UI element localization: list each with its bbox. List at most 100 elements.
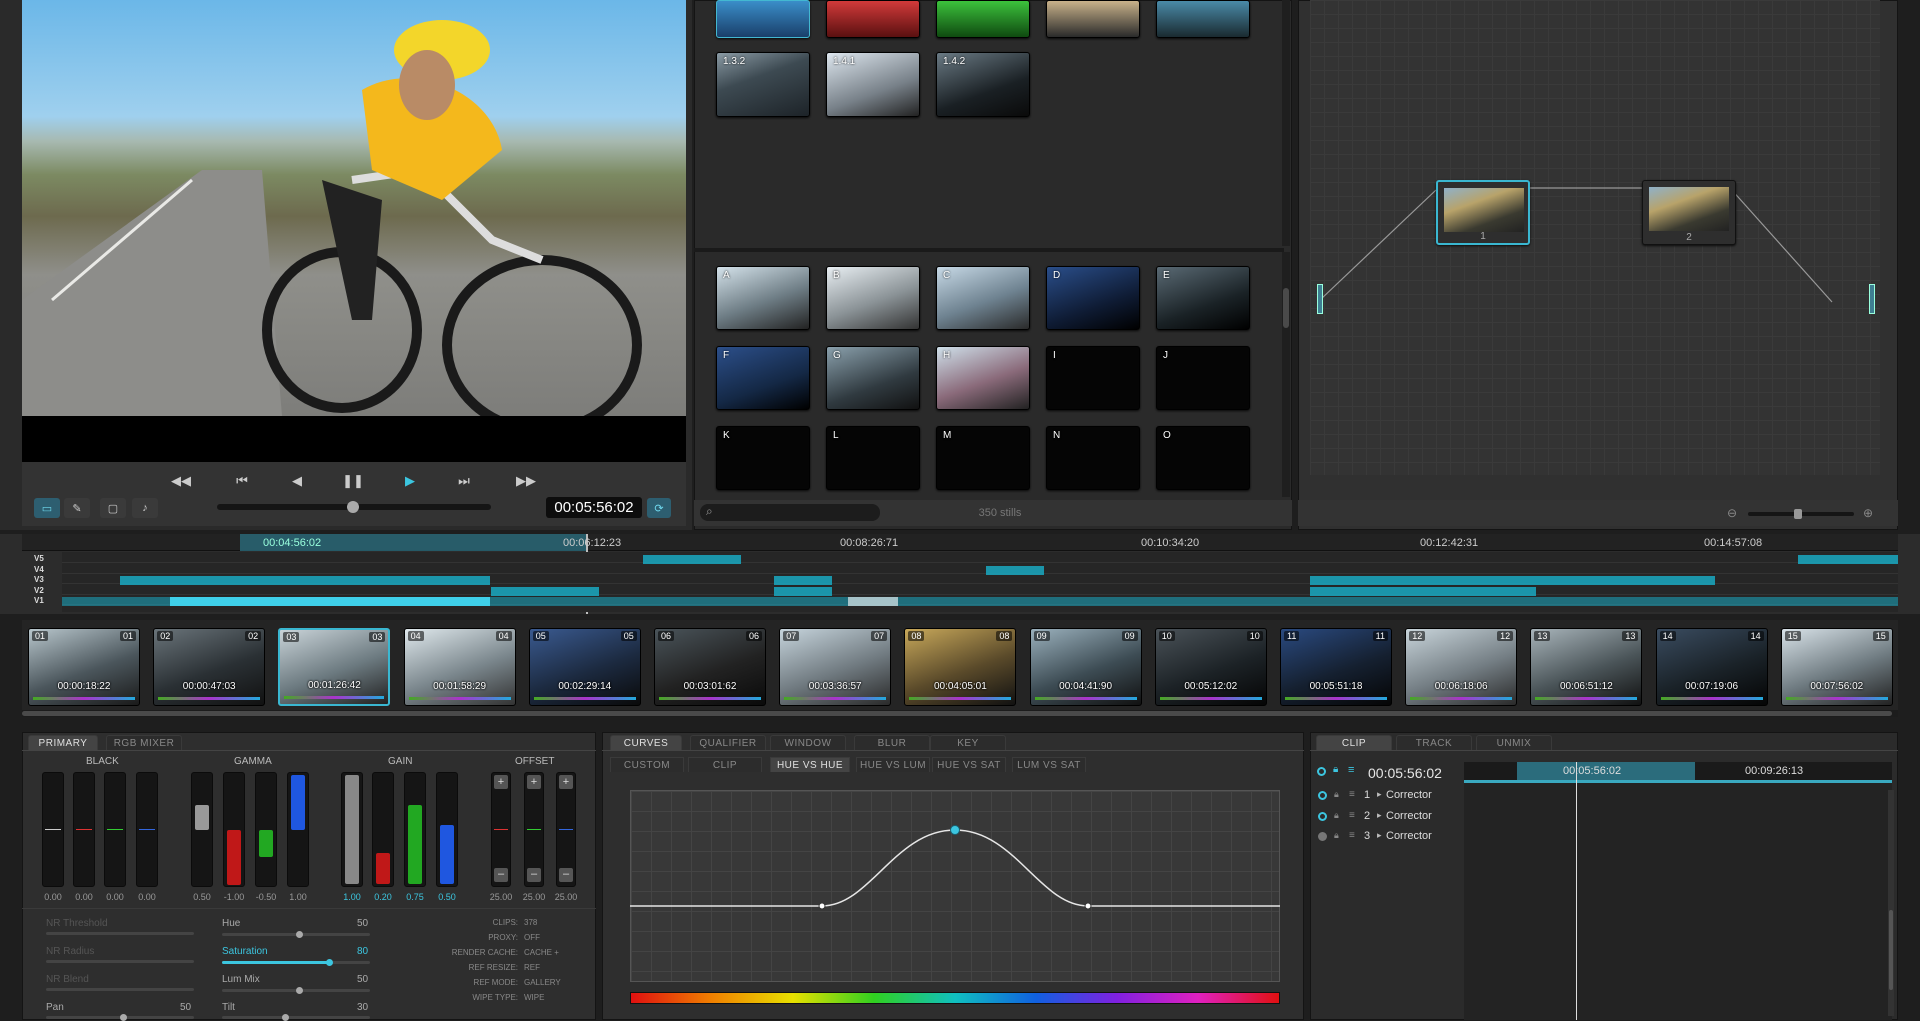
- gallery-still[interactable]: 1.4.1: [826, 52, 920, 117]
- tab-key[interactable]: KEY: [930, 735, 1006, 750]
- tilt-slider[interactable]: [222, 1014, 370, 1021]
- nr-radius-slider[interactable]: [46, 960, 194, 963]
- timeline-clip[interactable]: [120, 576, 490, 585]
- clip-thumbnail[interactable]: 06 06 00:03:01:62: [654, 628, 766, 706]
- clip-thumbnail[interactable]: 01 01 00:00:18:22: [28, 628, 140, 706]
- black-green-slider[interactable]: [104, 772, 126, 887]
- zoom-slider[interactable]: [1748, 509, 1854, 519]
- memory-slot[interactable]: G: [826, 346, 920, 410]
- memory-slot[interactable]: O: [1156, 426, 1250, 490]
- clip-strip-scrollbar[interactable]: [22, 710, 1898, 717]
- clip-thumbnail[interactable]: 13 13 00:06:51:12: [1530, 628, 1643, 706]
- timeline-transition[interactable]: [848, 597, 898, 606]
- lock-icon[interactable]: 🔒︎: [1334, 810, 1339, 821]
- gallery-still[interactable]: [826, 0, 920, 38]
- clip-thumbnail[interactable]: 14 14 00:07:19:06: [1655, 628, 1768, 706]
- rewind-button[interactable]: ◀◀: [169, 471, 193, 491]
- timeline-clip[interactable]: [643, 555, 741, 564]
- gain-blue-slider[interactable]: [436, 772, 458, 887]
- zoom-in-icon[interactable]: ⊕: [1863, 506, 1873, 520]
- pan-slider[interactable]: [46, 1014, 194, 1021]
- zoom-out-icon[interactable]: ⊖: [1727, 506, 1737, 520]
- lock-icon[interactable]: 🔒︎: [1334, 830, 1339, 841]
- lock-icon[interactable]: 🔒︎: [1334, 789, 1339, 800]
- tab-qualifier[interactable]: QUALIFIER: [690, 735, 766, 750]
- gain-green-slider[interactable]: [404, 772, 426, 887]
- clip-thumbnail[interactable]: 04 04 00:01:58:29: [403, 628, 516, 706]
- memory-slot[interactable]: H: [936, 346, 1030, 410]
- tab-curves[interactable]: CURVES: [610, 735, 682, 750]
- offset-blue-slider[interactable]: + –: [556, 772, 576, 887]
- tab-clip[interactable]: CLIP: [1316, 735, 1392, 750]
- memory-slot[interactable]: D: [1046, 266, 1140, 330]
- node-input-handle[interactable]: [1317, 284, 1323, 314]
- jog-knob[interactable]: [347, 501, 359, 513]
- next-clip-button[interactable]: ⏭: [452, 471, 476, 491]
- viewer-mode-icon[interactable]: ▭: [34, 498, 60, 518]
- subtab-clip[interactable]: CLIP: [688, 757, 762, 772]
- node-enable-icon[interactable]: [1318, 832, 1327, 841]
- clip-thumbnail[interactable]: 09 09 00:04:41:90: [1029, 628, 1142, 706]
- clip-thumbnail[interactable]: 10 10 00:05:12:02: [1154, 628, 1267, 706]
- memories-scrollbar[interactable]: [1282, 252, 1290, 497]
- subtab-hue-vs-hue[interactable]: HUE VS HUE: [770, 757, 850, 772]
- gallery-still[interactable]: [1046, 0, 1140, 38]
- list-icon[interactable]: ≡: [1348, 764, 1354, 776]
- node-enable-icon[interactable]: [1318, 791, 1327, 800]
- timeline-clip[interactable]: [774, 586, 832, 596]
- subtab-lum-vs-sat[interactable]: LUM VS SAT: [1012, 757, 1086, 772]
- memory-slot[interactable]: I: [1046, 346, 1140, 410]
- node-enable-icon[interactable]: [1318, 811, 1327, 821]
- keyframe-area[interactable]: [1464, 762, 1892, 1020]
- lock-icon[interactable]: 🔒︎: [1333, 764, 1338, 775]
- tab-unmix[interactable]: UNMIX: [1476, 735, 1552, 750]
- tab-primary[interactable]: PRIMARY: [28, 735, 98, 750]
- memory-slot[interactable]: L: [826, 426, 920, 490]
- loop-icon[interactable]: ⟳: [647, 498, 671, 518]
- memory-slot[interactable]: C: [936, 266, 1030, 330]
- viewer-image[interactable]: [22, 0, 686, 416]
- tab-track[interactable]: TRACK: [1396, 735, 1472, 750]
- clip-thumbnail[interactable]: 02 02 00:00:47:03: [153, 628, 266, 706]
- clip-thumbnail[interactable]: 15 15 00:07:56:02: [1780, 628, 1893, 706]
- tab-window[interactable]: WINDOW: [770, 735, 846, 750]
- node-1[interactable]: 1: [1436, 180, 1530, 245]
- timeline-clip[interactable]: [986, 565, 1044, 575]
- hue-slider[interactable]: [222, 931, 370, 938]
- gallery-still[interactable]: [936, 0, 1030, 38]
- audio-icon[interactable]: ♪: [132, 498, 158, 518]
- tab-blur[interactable]: BLUR: [854, 735, 930, 750]
- gamma-master-slider[interactable]: [191, 772, 213, 887]
- clip-thumbnail[interactable]: 07 07 00:03:36:57: [779, 628, 892, 706]
- list-icon[interactable]: ≡: [1349, 789, 1355, 800]
- list-icon[interactable]: ≡: [1349, 830, 1355, 841]
- offset-red-slider[interactable]: + –: [491, 772, 511, 887]
- enable-icon[interactable]: [1317, 767, 1326, 776]
- gallery-still[interactable]: [716, 0, 810, 38]
- gain-red-slider[interactable]: [372, 772, 394, 887]
- black-master-slider[interactable]: [42, 772, 64, 887]
- nr-blend-slider[interactable]: [46, 988, 194, 991]
- gallery-still[interactable]: 1.3.2: [716, 52, 810, 117]
- timeline-clip[interactable]: [1798, 555, 1898, 564]
- previous-clip-button[interactable]: ⏮: [230, 471, 254, 491]
- gallery-scrollbar[interactable]: [1282, 0, 1290, 246]
- gallery-still[interactable]: 1.4.2: [936, 52, 1030, 117]
- clip-thumbnail[interactable]: 12 12 00:06:18:06: [1405, 628, 1518, 706]
- saturation-slider[interactable]: [222, 959, 370, 966]
- memory-slot[interactable]: K: [716, 426, 810, 490]
- reverse-play-button[interactable]: ◀: [285, 471, 309, 491]
- memory-slot[interactable]: E: [1156, 266, 1250, 330]
- keyframe-playhead[interactable]: [1576, 762, 1577, 1020]
- memory-slot[interactable]: M: [936, 426, 1030, 490]
- clip-thumbnail[interactable]: 03 03 00:01:26:42: [278, 628, 391, 706]
- timeline-clip[interactable]: [774, 576, 832, 585]
- memory-slot[interactable]: A: [716, 266, 810, 330]
- black-blue-slider[interactable]: [136, 772, 158, 887]
- black-red-slider[interactable]: [73, 772, 95, 887]
- subtab-hue-vs-lum[interactable]: HUE VS LUM: [856, 757, 930, 772]
- fast-forward-button[interactable]: ▶▶: [514, 471, 538, 491]
- search-input[interactable]: ⌕: [700, 504, 880, 521]
- list-icon[interactable]: ≡: [1349, 810, 1355, 821]
- timeline-clip-selected[interactable]: [170, 597, 490, 606]
